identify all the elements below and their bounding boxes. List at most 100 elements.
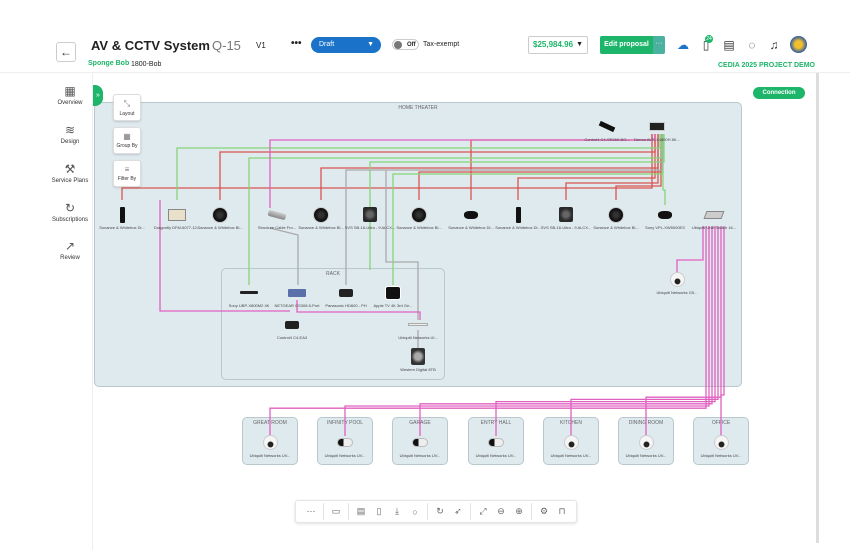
calendar-icon[interactable]: ▤ bbox=[721, 37, 737, 53]
toolbar-divider bbox=[470, 503, 471, 520]
device-node-image bbox=[409, 206, 429, 223]
filter-by-button[interactable]: ≡ Filter By bbox=[113, 160, 141, 187]
version-label[interactable]: V1 bbox=[256, 41, 266, 50]
sidebar-label: Design bbox=[60, 139, 80, 145]
toolbar-divider bbox=[427, 503, 428, 520]
sidebar-label: Service Plans bbox=[51, 178, 89, 184]
device-label: Ubiquiti Networks UV... bbox=[399, 453, 441, 458]
device-room-camera-image bbox=[561, 434, 581, 451]
group-label: INFINITY POOL bbox=[326, 420, 364, 426]
status-dropdown[interactable]: Draft ▼ bbox=[311, 37, 381, 53]
filter-icon: ≡ bbox=[124, 165, 130, 174]
device-label: Ubiquiti Networks UV... bbox=[550, 453, 592, 458]
status-value: Draft bbox=[319, 41, 335, 48]
refresh-icon[interactable]: ↻ bbox=[431, 506, 449, 517]
device-node[interactable]: Sonance & Whitebox Di... bbox=[92, 206, 152, 230]
sidebar-item-overview[interactable]: ▦ Overview bbox=[50, 84, 90, 106]
device-label: Control4 C4-EA3 bbox=[276, 335, 308, 340]
device-node-image bbox=[461, 206, 481, 223]
unlock-icon[interactable]: ⊓ bbox=[553, 506, 571, 517]
device-label: Ubiquiti Networks UV... bbox=[249, 453, 291, 458]
group-by-button[interactable]: ▦ Group By bbox=[113, 127, 141, 154]
edit-more-button[interactable]: ··· bbox=[653, 36, 665, 54]
device-node-image bbox=[556, 206, 576, 223]
device-rack-node-image bbox=[287, 284, 307, 301]
device-label: Western Digital 8TB bbox=[400, 367, 436, 372]
device-label: Apple TV 4K 3rd Ge... bbox=[373, 303, 413, 308]
device-room-camera[interactable]: Ubiquiti Networks UV... bbox=[541, 434, 601, 458]
fit-screen-icon[interactable]: ⤢ bbox=[474, 506, 492, 517]
document-icon[interactable]: ▤ bbox=[352, 506, 370, 517]
device-node-image bbox=[210, 206, 230, 223]
device-room-camera-image bbox=[486, 434, 506, 451]
device-label: Sonance & Whitebox Bl... bbox=[197, 225, 243, 230]
zoom-in-icon[interactable]: ⊕ bbox=[510, 506, 528, 517]
device-node[interactable]: Ubiquiti Unifi Switch 16... bbox=[684, 206, 744, 230]
sidebar-label: Review bbox=[60, 255, 80, 261]
toolbar-divider bbox=[348, 503, 349, 520]
sidebar-item-subscriptions[interactable]: ↻ Subscriptions bbox=[50, 201, 90, 223]
search-icon[interactable]: ○ bbox=[406, 507, 424, 517]
connection-button[interactable]: Connection bbox=[753, 87, 805, 99]
layers-icon: ≋ bbox=[64, 123, 76, 137]
device-receiver[interactable]: Denon AVR-X4800H 8K... bbox=[627, 118, 687, 142]
file-icon[interactable]: ▯ bbox=[370, 506, 388, 517]
download-icon[interactable]: ⤓ bbox=[388, 506, 406, 517]
device-rack-node[interactable]: Apple TV 4K 3rd Ge... bbox=[363, 284, 423, 308]
group-label: DINING ROOM bbox=[628, 420, 664, 426]
settings-icon[interactable]: ⚙ bbox=[535, 506, 553, 517]
device-room-camera[interactable]: Ubiquiti Networks UV... bbox=[240, 434, 300, 458]
zoom-out-icon[interactable]: ⊖ bbox=[492, 506, 510, 517]
refresh-dollar-icon: ↻ bbox=[64, 201, 76, 215]
client-name[interactable]: Sponge Bob bbox=[88, 60, 129, 67]
device-room-camera-image bbox=[410, 434, 430, 451]
device-label: Sonance & Whitebox Bl... bbox=[396, 225, 442, 230]
device-node[interactable]: Sonance & Whitebox Bl... bbox=[190, 206, 250, 230]
device-label: Ubiquiti Networks Ul... bbox=[398, 335, 438, 340]
device-node-image bbox=[311, 206, 331, 223]
sidebar-item-review[interactable]: ↗ Review bbox=[50, 239, 90, 261]
tool-label: Layout bbox=[119, 111, 135, 117]
sidebar-item-service-plans[interactable]: ⚒ Service Plans bbox=[50, 162, 90, 184]
cloud-icon[interactable]: ☁ bbox=[675, 37, 691, 53]
layout-button[interactable]: ⤡ Layout bbox=[113, 94, 141, 121]
device-rack-node[interactable]: Ubiquiti Networks Ul... bbox=[388, 316, 448, 340]
device-rack-node[interactable]: Control4 C4-EA3 bbox=[262, 316, 322, 340]
edit-proposal-button[interactable]: Edit proposal bbox=[600, 36, 653, 54]
tax-exempt-toggle[interactable]: Off bbox=[392, 39, 419, 50]
more-options-button[interactable]: ••• bbox=[291, 38, 302, 49]
quote-number: Q-15 bbox=[212, 38, 241, 53]
device-room-camera[interactable]: Ubiquiti Networks UV... bbox=[466, 434, 526, 458]
back-button[interactable]: ← bbox=[56, 42, 76, 62]
device-camera[interactable]: Ubiquiti Networks G5... bbox=[647, 271, 707, 295]
scrollbar[interactable] bbox=[816, 73, 819, 543]
device-label: Ubiquiti Networks UV... bbox=[324, 453, 366, 458]
folder-icon[interactable]: ▭ bbox=[327, 506, 345, 517]
caret-down-icon: ▼ bbox=[367, 41, 374, 48]
device-room-camera[interactable]: Ubiquiti Networks UV... bbox=[691, 434, 751, 458]
sidebar-item-design[interactable]: ≋ Design bbox=[50, 123, 90, 145]
avatar[interactable] bbox=[790, 36, 807, 53]
device-rack-node-image bbox=[408, 348, 428, 365]
device-rack-node[interactable]: Western Digital 8TB bbox=[388, 348, 448, 372]
grid-icon: ▦ bbox=[123, 132, 131, 141]
toolbar-divider bbox=[531, 503, 532, 520]
apps-icon[interactable]: ⋯ bbox=[302, 506, 320, 517]
tool-label: Filter By bbox=[117, 176, 137, 182]
device-room-camera[interactable]: Ubiquiti Networks UV... bbox=[390, 434, 450, 458]
bell-icon[interactable]: ♫ bbox=[766, 37, 782, 53]
pointer-icon[interactable]: ➶ bbox=[449, 506, 467, 517]
device-node-image bbox=[112, 206, 132, 223]
device-room-camera-image bbox=[260, 434, 280, 451]
toggle-knob bbox=[394, 41, 402, 49]
chat-icon[interactable]: ◌ bbox=[744, 37, 760, 53]
device-room-camera[interactable]: Ubiquiti Networks UV... bbox=[315, 434, 375, 458]
device-node-image bbox=[655, 206, 675, 223]
device-node-image bbox=[606, 206, 626, 223]
device-node[interactable]: Sonance & Whitebox Bl... bbox=[389, 206, 449, 230]
price-dropdown[interactable]: $25,984.96 ▼ bbox=[528, 36, 588, 54]
device-label: Ubiquiti Networks UV... bbox=[475, 453, 517, 458]
tool-label: Group By bbox=[116, 143, 138, 149]
device-room-camera-image bbox=[335, 434, 355, 451]
device-room-camera[interactable]: Ubiquiti Networks UV... bbox=[616, 434, 676, 458]
